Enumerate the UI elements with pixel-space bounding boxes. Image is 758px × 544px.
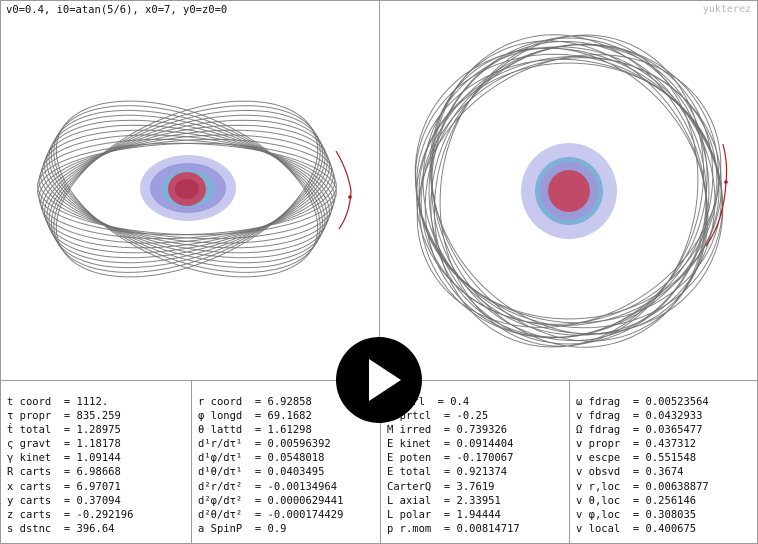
particle-dot: [348, 195, 352, 199]
stat-row: t coord = 1112.: [7, 396, 109, 408]
stat-row: v local = 0.400675: [576, 522, 697, 535]
stat-row: p r.mom = 0.00814717: [387, 522, 520, 535]
stat-row: ṫ total = 1.28975: [7, 424, 121, 437]
stat-row: v fdrag = 0.0432933: [576, 410, 703, 423]
play-icon: [369, 359, 401, 401]
play-button[interactable]: [336, 337, 422, 423]
stat-row: z carts = -0.292196: [7, 508, 134, 521]
stat-row: L polar = 1.94444: [387, 508, 501, 521]
stat-row: θ lattd = 1.61298: [198, 424, 312, 437]
stat-row: d¹r/dτ¹ = 0.00596392: [198, 438, 331, 451]
stat-row: v propr = 0.437312: [576, 438, 697, 451]
stat-row: d²φ/dτ² = 0.0000629441: [198, 494, 344, 507]
stat-row: ω fdrag = 0.00523564: [576, 396, 709, 408]
stat-row: v φ,loc = 0.308035: [576, 508, 697, 521]
side-view-plot: [37, 100, 352, 278]
stat-row: L axial = 2.33951: [387, 494, 501, 507]
orbit-trail: [335, 150, 352, 230]
stat-row: v escpe = 0.551548: [576, 452, 697, 465]
stat-row: ς gravt = 1.18178: [7, 438, 121, 451]
simulation-frame: v0=0.4, i0=atan(5/6), x0=7, y0=z0=0 yukt…: [0, 0, 758, 544]
top-view-plot: [414, 34, 728, 348]
ring-singularity: [175, 179, 199, 199]
stat-row: x carts = 6.97071: [7, 480, 121, 493]
stat-row: CarterQ = 3.7619: [387, 480, 495, 493]
stat-row: v r,loc = 0.00638877: [576, 480, 709, 493]
stat-row: M irred = 0.739326: [387, 424, 508, 437]
telemetry-column-1: t coord = 1112. τ propr = 835.259 ṫ tota…: [1, 381, 191, 544]
black-hole-core: [548, 170, 590, 212]
stat-row: Ω fdrag = 0.0365477: [576, 424, 703, 437]
stat-row: v θ,loc = 0.256146: [576, 494, 697, 507]
particle-dot: [724, 180, 728, 184]
telemetry-column-4: ω fdrag = 0.00523564 v fdrag = 0.0432933…: [569, 381, 757, 544]
stat-row: E kinet = 0.0914404: [387, 438, 514, 451]
stat-row: y carts = 0.37094: [7, 494, 121, 507]
stat-row: d²r/dτ² = -0.00134964: [198, 480, 338, 493]
stat-row: d¹φ/dτ¹ = 0.0548018: [198, 452, 325, 465]
stat-row: d¹θ/dτ¹ = 0.0403495: [198, 466, 325, 479]
stat-row: s dstnc = 396.64: [7, 522, 115, 535]
top-view-panel: yukterez: [380, 1, 757, 379]
stat-row: d²θ/dτ² = -0.000174429: [198, 508, 344, 521]
initial-conditions-caption: v0=0.4, i0=atan(5/6), x0=7, y0=z0=0: [6, 4, 228, 16]
stat-row: γ kinet = 1.09144: [7, 452, 121, 465]
side-view-panel: v0=0.4, i0=atan(5/6), x0=7, y0=z0=0: [1, 1, 380, 379]
watermark: yukterez: [702, 4, 751, 15]
stat-row: E poten = -0.170067: [387, 452, 514, 465]
stat-row: v obsvd = 0.3674: [576, 466, 684, 479]
stat-row: R carts = 6.98668: [7, 466, 121, 479]
stat-row: a SpinP = 0.9: [198, 522, 287, 535]
stat-row: E total = 0.921374: [387, 466, 508, 479]
stat-row: τ propr = 835.259: [7, 410, 121, 423]
